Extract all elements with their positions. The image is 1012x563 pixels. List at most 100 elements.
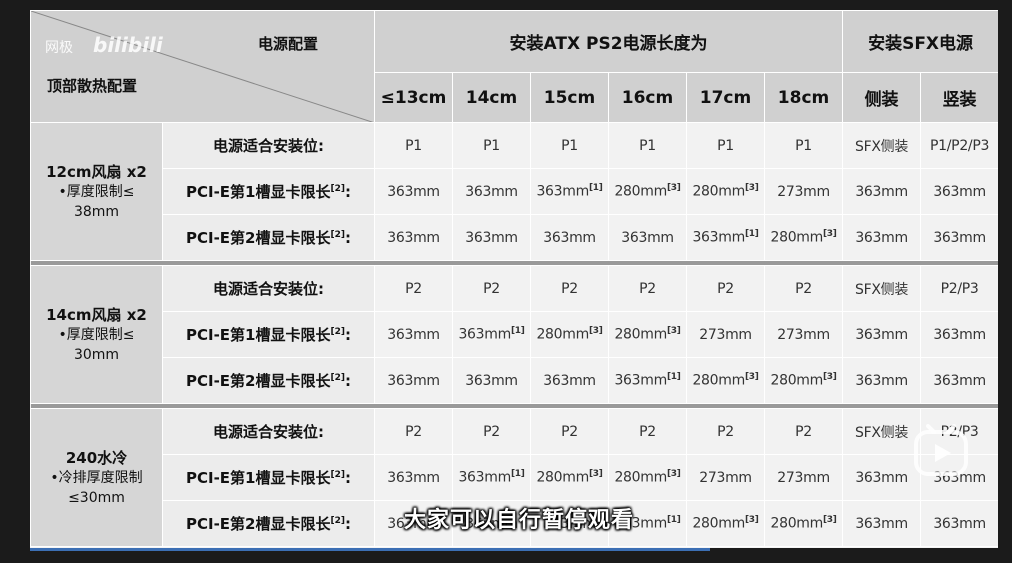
table-cell: P2/P3 bbox=[920, 265, 998, 312]
cooling-title: 14cm风扇 x2 bbox=[46, 305, 147, 324]
table-row: PCI-E第2槽显卡限长[2]: 363mm 363mm 363mm 363mm 363m… bbox=[31, 214, 998, 261]
cell-value: 280mm bbox=[770, 229, 823, 246]
table-cell: P2 bbox=[374, 265, 453, 312]
table-cell: P2 bbox=[763, 408, 844, 455]
column-header: 15cm bbox=[530, 72, 609, 123]
cell-value: 280mm bbox=[536, 469, 589, 486]
play-icon[interactable] bbox=[910, 422, 972, 484]
cell-value: 280mm bbox=[614, 469, 667, 486]
video-frame[interactable]: 网极 bilibili 电源配置 顶部散热配置 安装ATX PS2电源长度为 安… bbox=[30, 10, 998, 548]
table-cell: 273mm bbox=[763, 311, 844, 358]
cooling-config-cell: 12cm风扇 x2 •厚度限制≤ 38mm bbox=[30, 122, 163, 261]
table-cell: P1 bbox=[686, 122, 765, 169]
cell-value: P2 bbox=[405, 280, 422, 297]
row-label: PCI-E第1槽显卡限长[2]: bbox=[162, 454, 375, 501]
cell-value: P2 bbox=[717, 280, 734, 297]
colon: : bbox=[345, 183, 351, 201]
table-cell: P1 bbox=[530, 122, 609, 169]
table-cell: P2 bbox=[608, 408, 687, 455]
cell-value: P2 bbox=[483, 280, 500, 297]
footnote-ref: [1] bbox=[588, 183, 603, 194]
cell-value: 363mm bbox=[855, 229, 908, 246]
footnote-ref: [3] bbox=[744, 515, 759, 526]
cell-value: 273mm bbox=[777, 326, 830, 343]
column-header: 14cm bbox=[452, 72, 531, 123]
cell-value: P1 bbox=[483, 137, 500, 154]
row-label-text: PCI-E第1槽显卡限长 bbox=[186, 183, 331, 201]
cell-value: 363mm bbox=[387, 229, 440, 246]
footnote-ref: [1] bbox=[666, 372, 681, 383]
table-cell: 363mm bbox=[452, 168, 531, 215]
cell-value: 363mm bbox=[855, 326, 908, 343]
table-row: PCI-E第1槽显卡限长[2]: 363mm 363mm 363mm[1] 280mm[… bbox=[31, 168, 998, 215]
row-label: 电源适合安装位: bbox=[162, 408, 375, 455]
table-cell: 280mm[3] bbox=[530, 454, 609, 501]
cell-value: P2 bbox=[795, 280, 812, 297]
cell-value: 280mm bbox=[692, 515, 745, 532]
footnote-ref: [3] bbox=[588, 326, 603, 337]
table-cell: 280mm[3] bbox=[608, 454, 687, 501]
row-label-text: PCI-E第1槽显卡限长 bbox=[186, 326, 331, 344]
table-cell: P1 bbox=[763, 122, 844, 169]
table-cell: P2 bbox=[763, 265, 844, 312]
table-cell: 363mm[1] bbox=[608, 357, 687, 404]
table-cell: 273mm bbox=[763, 168, 844, 215]
row-label: 电源适合安装位: bbox=[162, 265, 375, 312]
cell-value: 363mm bbox=[387, 469, 440, 486]
footnote-ref: [1] bbox=[666, 515, 681, 526]
footnote-ref: [1] bbox=[510, 469, 525, 480]
table-cell: 363mm bbox=[374, 454, 453, 501]
footnote-ref: [1] bbox=[510, 326, 525, 337]
row-label: PCI-E第1槽显卡限长[2]: bbox=[162, 168, 375, 215]
column-header: 侧装 bbox=[842, 72, 922, 123]
sfx-group-header: 安装SFX电源 bbox=[842, 10, 998, 73]
table-row: PCI-E第1槽显卡限长[2]: 363mm 363mm[1] 280mm[3] 280… bbox=[31, 454, 998, 501]
cell-value: 363mm bbox=[465, 183, 518, 200]
column-header: 18cm bbox=[763, 72, 844, 123]
table-cell: 280mm[3] bbox=[686, 168, 765, 215]
cell-value: 363mm bbox=[855, 469, 908, 486]
table-cell: 363mm bbox=[374, 214, 453, 261]
cooling-config-cell: 14cm风扇 x2 •厚度限制≤ 30mm bbox=[30, 265, 163, 404]
table-cell: P2 bbox=[686, 265, 765, 312]
table-cell: P1 bbox=[608, 122, 687, 169]
table-cell: SFX侧装 bbox=[842, 408, 922, 455]
row-label: 电源适合安装位: bbox=[162, 122, 375, 169]
progress-bar[interactable] bbox=[30, 548, 710, 551]
cell-value: 363mm bbox=[692, 229, 745, 246]
table-cell: 363mm[1] bbox=[452, 311, 531, 358]
cell-value: 280mm bbox=[536, 326, 589, 343]
top-cooling-label: 顶部散热配置 bbox=[47, 77, 138, 95]
table-cell: 280mm[3] bbox=[530, 311, 609, 358]
cell-value: 363mm bbox=[465, 372, 518, 389]
column-header: 竖装 bbox=[920, 72, 998, 123]
cell-value: 273mm bbox=[777, 183, 830, 200]
footnote-ref: [1] bbox=[744, 229, 759, 240]
cell-value: 273mm bbox=[777, 469, 830, 486]
table-cell: 363mm bbox=[842, 357, 922, 404]
table-cell: 280mm[3] bbox=[686, 500, 765, 547]
table-row: PCI-E第2槽显卡限长[2]: 363mm 363mm 363mm 363mm[1] 2… bbox=[31, 357, 998, 404]
cell-value: 363mm bbox=[933, 229, 986, 246]
cell-value: 273mm bbox=[699, 469, 752, 486]
cell-value: 280mm bbox=[770, 372, 823, 389]
cooling-limit: •冷排厚度限制 bbox=[50, 469, 143, 486]
cell-value: 273mm bbox=[699, 326, 752, 343]
table-cell: 363mm[1] bbox=[452, 454, 531, 501]
cell-value: P2 bbox=[795, 423, 812, 440]
table-cell: 363mm bbox=[920, 214, 998, 261]
row-label-text: PCI-E第1槽显卡限长 bbox=[186, 469, 331, 487]
table-cell: P1 bbox=[452, 122, 531, 169]
cell-value: P2 bbox=[561, 423, 578, 440]
cell-value: 363mm bbox=[855, 183, 908, 200]
cell-value: 280mm bbox=[692, 183, 745, 200]
row-label-text: 电源适合安装位: bbox=[213, 423, 324, 441]
cell-value: SFX侧装 bbox=[855, 281, 909, 298]
table-cell: P2 bbox=[686, 408, 765, 455]
colon: : bbox=[345, 469, 351, 487]
subtitle: 大家可以自行暂停观看 bbox=[404, 508, 635, 533]
cell-value: 363mm bbox=[855, 372, 908, 389]
table-cell: 280mm[3] bbox=[608, 311, 687, 358]
cell-value: 363mm bbox=[933, 372, 986, 389]
table-cell: 280mm[3] bbox=[763, 357, 844, 404]
